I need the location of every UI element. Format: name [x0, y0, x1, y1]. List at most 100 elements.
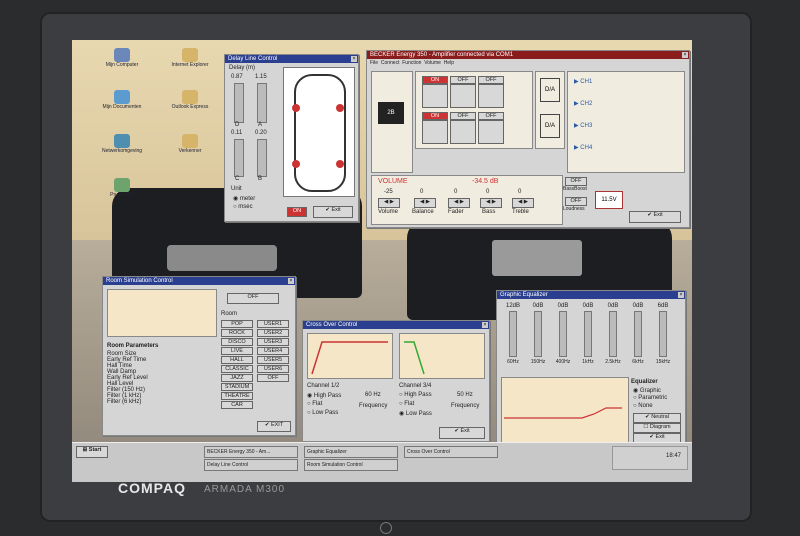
close-icon[interactable]: ×: [482, 322, 488, 328]
eq-function-button[interactable]: [422, 120, 448, 144]
room-preset-button[interactable]: LIVE: [221, 347, 253, 355]
unit-msec-radio[interactable]: ○ msec: [233, 204, 253, 210]
room-user-button[interactable]: OFF: [257, 374, 289, 382]
delay-on-button[interactable]: ON: [287, 207, 307, 217]
function-on-4[interactable]: ON: [422, 112, 448, 120]
bass-stepper[interactable]: ◀ ▶: [480, 198, 502, 208]
menu-connect[interactable]: Connect: [381, 60, 400, 66]
desktop-icon-6[interactable]: Outlook Express: [170, 90, 210, 110]
desktop-icon-1[interactable]: Mijn Computer: [102, 48, 142, 68]
room-user-button[interactable]: USER5: [257, 356, 289, 364]
close-icon[interactable]: ×: [682, 52, 688, 58]
eq-none-radio[interactable]: ○ None: [633, 403, 653, 409]
delay-slider-c[interactable]: [234, 139, 244, 177]
taskbar-item-equalizer[interactable]: Graphic Equalizer: [304, 446, 398, 458]
ch12-highpass-radio[interactable]: ◉ High Pass: [307, 392, 341, 399]
amp-exit-button[interactable]: ✔ Exit: [629, 211, 681, 223]
room-preset-button[interactable]: DISCO: [221, 338, 253, 346]
speaker-d-icon[interactable]: [292, 104, 300, 112]
room-preset-button[interactable]: JAZZ: [221, 374, 253, 382]
desktop-icon-7[interactable]: Verkenner: [170, 134, 210, 154]
eq-band-slider[interactable]: [559, 311, 567, 357]
loudness-off-button[interactable]: OFF: [565, 197, 587, 206]
ch12-lowpass-radio[interactable]: ○ Low Pass: [307, 410, 338, 416]
fader-stepper[interactable]: ◀ ▶: [448, 198, 470, 208]
taskbar-item-crossover[interactable]: Cross Over Control: [404, 446, 498, 458]
room-params-header: Room Parameters: [107, 343, 159, 349]
room-off-button[interactable]: OFF: [227, 293, 279, 304]
power-icon[interactable]: [380, 522, 392, 534]
taskbar-item-room[interactable]: Room Simulation Control: [304, 459, 398, 471]
function-off-5[interactable]: OFF: [450, 112, 476, 120]
crossover-exit-button[interactable]: ✔ Exit: [439, 427, 485, 439]
function-on-1[interactable]: ON: [422, 76, 448, 84]
eq-band-slider[interactable]: [659, 311, 667, 357]
speaker-c-icon[interactable]: [292, 160, 300, 168]
eq-band-slider[interactable]: [509, 311, 517, 357]
room-exit-button[interactable]: ✔ EXIT: [257, 421, 291, 432]
room-user-button[interactable]: USER6: [257, 365, 289, 373]
crossover-window-title: Cross Over Control: [303, 321, 489, 329]
room-preset-button[interactable]: STADIUM: [221, 383, 253, 391]
menu-volume[interactable]: Volume: [424, 60, 441, 66]
eq-parametric-radio[interactable]: ○ Parametric: [633, 395, 667, 401]
start-button[interactable]: ⊞ Start: [76, 446, 108, 458]
unit-meter-radio[interactable]: ◉ meter: [233, 195, 255, 202]
room-user-button[interactable]: USER2: [257, 329, 289, 337]
channel12-label: Channel 1/2: [307, 383, 340, 389]
eq-diagram-button[interactable]: ☐ Diagram: [633, 423, 681, 433]
eq-band-slider[interactable]: [534, 311, 542, 357]
eq-band-slider[interactable]: [609, 311, 617, 357]
room-preset-button[interactable]: CAR: [221, 401, 253, 409]
volume-stepper[interactable]: ◀ ▶: [378, 198, 400, 208]
function-off-2[interactable]: OFF: [450, 76, 476, 84]
menu-file[interactable]: File: [370, 60, 378, 66]
room-preset-button[interactable]: THEATRE: [221, 392, 253, 400]
close-icon[interactable]: ×: [678, 292, 684, 298]
menu-function[interactable]: Function: [402, 60, 421, 66]
delay-function-button[interactable]: [422, 84, 448, 108]
ch12-flat-radio[interactable]: ○ Flat: [307, 401, 322, 407]
room-user-button[interactable]: USER3: [257, 338, 289, 346]
room-preset-button[interactable]: HALL: [221, 356, 253, 364]
ch34-flat-radio[interactable]: ○ Flat: [399, 401, 414, 407]
eq-band-slider[interactable]: [634, 311, 642, 357]
delay-exit-button[interactable]: ✔ Exit: [313, 206, 353, 218]
room-preset-button[interactable]: CLASSIC: [221, 365, 253, 373]
eq-graphic-radio[interactable]: ◉ Graphic: [633, 387, 661, 394]
function-off-3[interactable]: OFF: [478, 76, 504, 84]
close-icon[interactable]: ×: [351, 56, 357, 62]
treble-stepper[interactable]: ◀ ▶: [512, 198, 534, 208]
bassboost-off-button[interactable]: OFF: [565, 177, 587, 186]
room-preset-button[interactable]: ROCK: [221, 329, 253, 337]
eq-neutral-button[interactable]: ✔ Neutral: [633, 413, 681, 423]
crossover-window: Cross Over Control × Channel 1/2 Channel…: [302, 320, 490, 442]
desktop-icon-3[interactable]: Netwerkomgeving: [102, 134, 142, 154]
loudness-function-button[interactable]: [478, 120, 504, 144]
desktop-icon-4[interactable]: Prullenbak: [102, 178, 142, 198]
filter-function-button[interactable]: [450, 120, 476, 144]
room-user-button[interactable]: USER4: [257, 347, 289, 355]
function-off-6[interactable]: OFF: [478, 112, 504, 120]
ch34-lowpass-radio[interactable]: ◉ Low Pass: [399, 410, 432, 417]
delay-letter-d: D: [235, 122, 240, 128]
desktop-icon-2[interactable]: Mijn Documenten: [102, 90, 142, 110]
room-user-button[interactable]: USER1: [257, 320, 289, 328]
speaker-a-icon[interactable]: [336, 104, 344, 112]
eq-band-slider[interactable]: [584, 311, 592, 357]
delay-slider-a[interactable]: [257, 83, 267, 123]
room-preset-button[interactable]: POP: [221, 320, 253, 328]
ch34-highpass-radio[interactable]: ○ High Pass: [399, 392, 432, 398]
taskbar-item-amplifier[interactable]: BECKER Energy 350 - Am...: [204, 446, 298, 458]
menu-help[interactable]: Help: [444, 60, 454, 66]
delay-slider-b[interactable]: [257, 139, 267, 177]
close-icon[interactable]: ×: [288, 278, 294, 284]
desktop-icon-5[interactable]: Internet Explorer: [170, 48, 210, 68]
crossover-function-button[interactable]: [478, 84, 504, 108]
speaker-b-icon[interactable]: [336, 160, 344, 168]
ch12-highpass-label: High Pass: [313, 393, 342, 399]
room-function-button[interactable]: [450, 84, 476, 108]
taskbar-item-delay[interactable]: Delay Line Control: [204, 459, 298, 471]
balance-stepper[interactable]: ◀ ▶: [414, 198, 436, 208]
delay-slider-d[interactable]: [234, 83, 244, 123]
